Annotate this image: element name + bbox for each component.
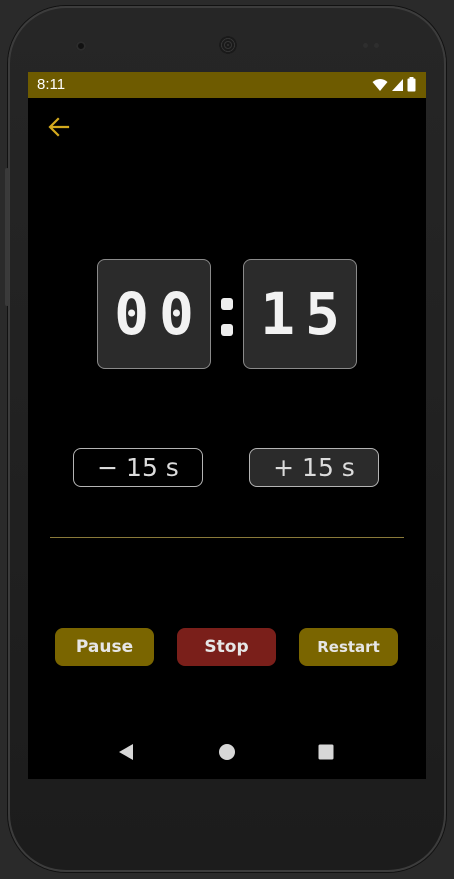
wifi-icon — [372, 77, 388, 96]
app-screen: 8:11 00 15 − 15 s + 15 s Pause Stop Rest… — [28, 72, 426, 779]
seconds-display: 15 — [243, 259, 357, 369]
restart-button[interactable]: Restart — [299, 628, 398, 666]
cell-signal-icon — [391, 77, 404, 96]
status-bar: 8:11 — [28, 72, 426, 98]
recents-square-icon — [317, 743, 335, 765]
battery-icon — [407, 77, 416, 96]
back-button[interactable] — [46, 116, 72, 142]
stop-button[interactable]: Stop — [177, 628, 276, 666]
divider-line — [50, 537, 404, 538]
proximity-sensor — [363, 43, 368, 48]
nav-home-button[interactable] — [216, 743, 238, 765]
light-sensor — [374, 43, 379, 48]
add-15s-button[interactable]: + 15 s — [249, 448, 379, 487]
subtract-15s-button[interactable]: − 15 s — [73, 448, 203, 487]
status-time: 8:11 — [37, 76, 66, 93]
side-button — [5, 168, 9, 306]
earpiece-speaker — [219, 36, 237, 54]
back-triangle-icon — [117, 743, 135, 765]
minutes-display: 00 — [97, 259, 211, 369]
nav-recents-button[interactable] — [315, 743, 337, 765]
nav-back-button[interactable] — [115, 743, 137, 765]
time-separator — [217, 284, 237, 344]
status-icons — [372, 77, 416, 96]
home-circle-icon — [218, 743, 236, 765]
front-camera — [76, 41, 86, 51]
system-navigation-bar — [28, 728, 426, 778]
arrow-left-icon — [48, 117, 70, 141]
pause-button[interactable]: Pause — [55, 628, 154, 666]
